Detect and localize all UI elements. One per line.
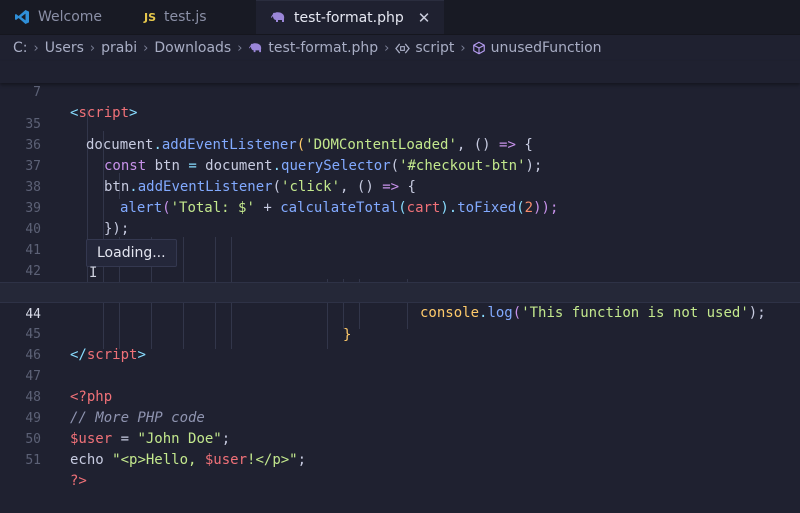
code-line[interactable]: 38 alert('Total: $' + calculateTotal(car… (0, 156, 800, 216)
breadcrumb-item-prabi[interactable]: prabi (101, 40, 137, 56)
code-line[interactable]: 37 btn.addEventListener('click', () => { (0, 135, 800, 195)
breadcrumb: C: › Users › prabi › Downloads › test-fo… (0, 35, 800, 61)
vscode-icon (15, 10, 29, 24)
code-line[interactable]: 51 ?> (0, 429, 800, 489)
hover-tooltip: Loading... (86, 239, 177, 267)
tab-test-format-php-label: test-format.php (294, 9, 404, 26)
breadcrumb-item-function[interactable]: unusedFunction (491, 40, 602, 56)
tab-bar: Welcome JS test.js test-format.php ✕ (0, 0, 800, 35)
breadcrumb-item-users[interactable]: Users (45, 40, 84, 56)
php-elephant-icon (249, 42, 262, 52)
php-elephant-icon (271, 11, 285, 22)
code-line[interactable]: 49 $user = "John Doe"; (0, 387, 800, 447)
text-cursor-icon: I (89, 265, 98, 281)
tab-test-js[interactable]: JS test.js (130, 0, 256, 34)
close-icon[interactable]: ✕ (418, 9, 431, 27)
code-line[interactable]: 40 }); (0, 198, 800, 258)
code-line[interactable]: 48 // More PHP code (0, 366, 800, 426)
tab-welcome[interactable]: Welcome (0, 0, 130, 34)
code-line[interactable]: 46 (0, 324, 800, 363)
chevron-right-icon: › (143, 40, 149, 56)
cube-symbol-icon (472, 41, 485, 55)
breadcrumb-item-drive[interactable]: C: (13, 40, 28, 56)
chevron-right-icon: › (384, 40, 390, 56)
chevron-right-icon: › (89, 40, 96, 56)
sticky-scroll-header[interactable]: 7 <script> (0, 61, 800, 121)
line-number: 51 (25, 453, 41, 468)
tab-welcome-label: Welcome (38, 9, 103, 25)
chevron-right-icon: › (460, 40, 466, 56)
code-editor[interactable]: 7 <script> 35 document.addEventListener(… (0, 61, 800, 489)
js-icon: JS (144, 10, 157, 24)
current-line[interactable]: 44 } (0, 282, 800, 343)
element-tag-icon (395, 42, 411, 54)
tab-test-js-label: test.js (164, 9, 207, 25)
code-line[interactable]: 41 (0, 219, 800, 258)
code-text: ?> (70, 473, 87, 489)
chevron-right-icon: › (33, 40, 39, 56)
code-text: echo "<p>Hello, $user!</p>"; (70, 452, 307, 468)
breadcrumb-item-script[interactable]: script (415, 40, 454, 56)
line-number: 7 (33, 85, 41, 100)
code-line[interactable]: 47 <?php (0, 345, 800, 405)
breadcrumb-item-downloads[interactable]: Downloads (154, 40, 231, 56)
breadcrumb-item-file[interactable]: test-format.php (268, 40, 378, 56)
code-text: <script> (70, 105, 138, 121)
chevron-right-icon: › (237, 40, 243, 56)
tab-test-format-php[interactable]: test-format.php ✕ (256, 0, 445, 34)
code-line[interactable]: 39 }); (0, 177, 800, 237)
code-line[interactable]: 50 echo "<p>Hello, $user!</p>"; (0, 408, 800, 468)
code-line[interactable]: 45 </script> (0, 303, 800, 363)
